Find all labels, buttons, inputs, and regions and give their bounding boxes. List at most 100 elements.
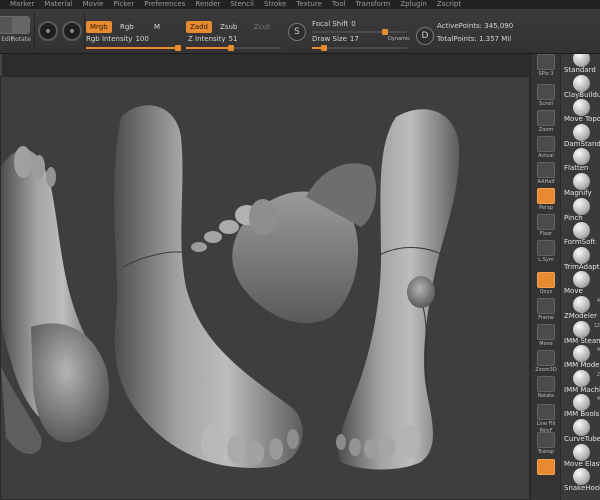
zoom3d-icon — [537, 350, 555, 366]
brush-imm-modelkit[interactable]: IMM ModelKit4 — [561, 345, 600, 371]
brush-trimadaptive[interactable]: TrimAdaptive — [561, 246, 600, 273]
menu-item[interactable]: Material — [44, 0, 72, 9]
menu-item[interactable]: Stroke — [264, 0, 286, 9]
d-button[interactable]: D — [416, 27, 434, 45]
brush-curvetube[interactable]: CurveTube — [561, 419, 600, 445]
tool-scroll-button[interactable]: Scroll — [534, 84, 558, 108]
menu-item[interactable]: Render — [195, 0, 220, 9]
brush-snakehook[interactable]: SnakeHook — [561, 468, 600, 494]
tool-floor-button[interactable]: Floor — [534, 214, 558, 238]
tool-line-fill-polyf-button[interactable]: Line Fill PolyF — [534, 404, 558, 435]
brush-name: Pinch — [564, 213, 583, 222]
brush-flatten[interactable]: Flatten — [561, 148, 600, 174]
tool-zoom-button[interactable]: Zoom — [534, 110, 558, 134]
frame-icon — [537, 298, 555, 314]
color-swatch-button[interactable] — [62, 21, 82, 41]
right-tool-column: SPix 3 Scroll Zoom Actual AAHalf Persp Floor L.… — [530, 54, 560, 500]
m-toggle[interactable]: M — [150, 21, 164, 33]
tool-solo-button[interactable] — [534, 459, 558, 476]
toe — [191, 242, 207, 252]
brush-thumbnail-icon — [573, 246, 590, 264]
zadd-toggle[interactable]: Zadd — [186, 21, 212, 33]
sculpt-feet-model — [1, 105, 460, 470]
big-toe — [249, 199, 277, 235]
zcut-toggle[interactable]: Zcut — [250, 21, 274, 33]
actual-icon — [537, 136, 555, 152]
brush-thumbnail-icon — [573, 173, 590, 190]
brush-thumbnail-icon — [573, 345, 590, 363]
focal-shift-slider[interactable] — [312, 29, 407, 35]
menu-item[interactable]: Tool — [332, 0, 346, 9]
mrgb-toggle[interactable]: Mrgb — [86, 21, 112, 33]
polyframe-icon — [537, 404, 555, 420]
brush-name: Flatten — [564, 164, 589, 173]
brush-magnify[interactable]: Magnify — [561, 173, 600, 199]
brush-pinch[interactable]: Pinch — [561, 197, 600, 224]
tool-rotate-button[interactable]: Rotate — [534, 376, 558, 400]
brush-name: ClayBuildup — [564, 90, 600, 99]
zsub-toggle[interactable]: Zsub — [216, 21, 241, 33]
brush-thumbnail-icon — [573, 419, 590, 436]
menu-item[interactable]: Texture — [296, 0, 322, 9]
tool-aahalf-button[interactable]: AAHalf — [534, 162, 558, 186]
tool-qxyz-button[interactable]: Qxyz — [534, 272, 558, 296]
brush-move-topological[interactable]: Move Topological — [561, 99, 600, 125]
transparency-icon — [537, 432, 555, 448]
menu-item[interactable]: Zscript — [437, 0, 461, 9]
dynamic-toggle[interactable]: Dynamic — [388, 36, 410, 42]
menu-item[interactable]: Preferences — [144, 0, 185, 9]
menu-item[interactable]: Stencil — [230, 0, 254, 9]
brush-imm-machine[interactable]: IMM Machine2 — [561, 369, 600, 396]
big-toe — [397, 426, 421, 458]
rgb-intensity-slider[interactable] — [86, 45, 181, 51]
rotate3d-icon — [537, 376, 555, 392]
toe — [219, 220, 239, 234]
tool-actual-button[interactable]: Actual — [534, 136, 558, 160]
foot-right — [338, 109, 460, 470]
top-shelf: Edit Rotate Mrgb Rgb M Rgb Intensity 100 … — [0, 9, 600, 54]
rotate-button[interactable]: Rotate — [8, 13, 34, 53]
tool-zoom3d-button[interactable]: Zoom3D — [534, 350, 558, 374]
brush-imm-bools[interactable]: IMM Bools 4 — [561, 394, 600, 420]
s-button[interactable]: S — [288, 23, 306, 41]
brush-zmodeler[interactable]: ZModeler 4 — [561, 296, 600, 322]
draw-size-slider[interactable] — [312, 45, 407, 51]
brush-thumbnail-icon — [573, 468, 590, 486]
tool-transp-button[interactable]: Transp — [534, 432, 558, 456]
brush-name: Move — [564, 287, 583, 296]
brush-thumbnail-icon — [573, 74, 590, 92]
menu-bar: Marker Material Movie Picker Preferences Rend… — [0, 0, 600, 9]
brush-name: CurveTube — [564, 435, 600, 443]
rgb-toggle[interactable]: Rgb — [116, 21, 138, 33]
tool-frame-button[interactable]: Frame — [534, 298, 558, 322]
menu-item[interactable]: Zplugin — [400, 0, 426, 9]
spix-control[interactable]: SPix 3 — [534, 54, 558, 78]
brush-name: IMM Machine — [564, 385, 600, 394]
viewport-canvas[interactable] — [0, 76, 530, 500]
z-intensity-slider[interactable] — [186, 45, 281, 51]
aahalf-icon — [537, 162, 555, 178]
menu-item[interactable]: Marker — [10, 0, 34, 9]
brush-formsoft[interactable]: FormSoft — [561, 222, 600, 248]
total-points: TotalPoints: 1.357 Mil — [437, 35, 512, 43]
brush-name: IMM Bools — [564, 410, 600, 419]
brush-imm-steamg[interactable]: IMM SteamG 12 — [561, 320, 600, 347]
menu-item[interactable]: Transform — [356, 0, 391, 9]
tool-persp-button[interactable]: Persp — [534, 188, 558, 212]
magnifier-icon — [537, 110, 555, 126]
material-sphere-button[interactable] — [38, 21, 58, 41]
brush-name: DamStandard — [564, 139, 600, 148]
brush-standard[interactable]: Standard — [561, 54, 600, 76]
brush-damstandard[interactable]: DamStandard — [561, 123, 600, 150]
tool-move-button[interactable]: Move — [534, 324, 558, 348]
toe — [364, 439, 378, 459]
brush-move[interactable]: Move — [561, 271, 600, 297]
brush-move-elastic[interactable]: Move Elastic — [561, 443, 600, 470]
menu-item[interactable]: Picker — [113, 0, 134, 9]
tool-l-sym-button[interactable]: L.Sym — [534, 240, 558, 264]
divider — [34, 12, 35, 50]
menu-item[interactable]: Movie — [83, 0, 104, 9]
brush-thumbnail-icon — [573, 296, 590, 313]
brush-claybuildup[interactable]: ClayBuildup — [561, 74, 600, 101]
toe — [269, 438, 283, 460]
